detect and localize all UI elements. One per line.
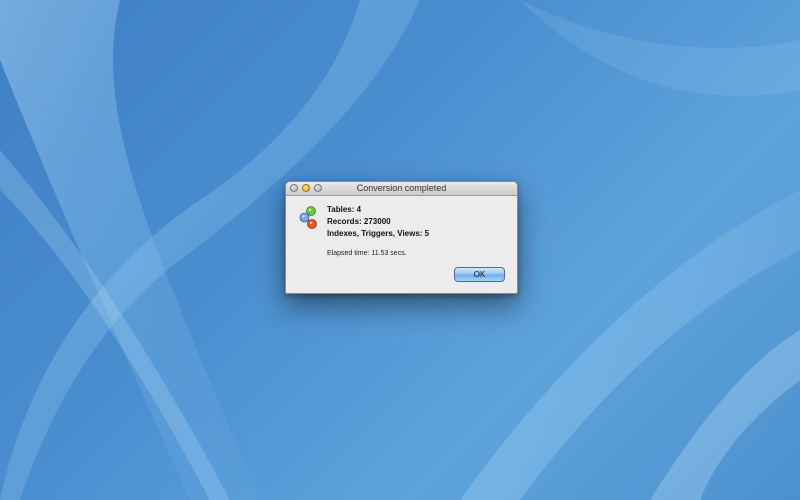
tables-count: Tables: 4: [327, 205, 362, 214]
conversion-dialog: Conversion completed Tables: 4 Records: …: [285, 181, 518, 294]
dialog-titlebar[interactable]: Conversion completed: [286, 182, 517, 196]
elapsed-time: Elapsed time: 11.53 secs.: [327, 250, 407, 257]
records-count: Records: 273000: [327, 217, 391, 226]
dialog-title: Conversion completed: [356, 183, 447, 193]
ok-button[interactable]: OK: [454, 267, 505, 282]
database-conversion-icon: [299, 205, 321, 229]
indexes-triggers-views-count: Indexes, Triggers, Views: 5: [327, 229, 430, 238]
conversion-stats: Tables: 4 Records: 273000 Indexes, Trigg…: [327, 204, 429, 240]
